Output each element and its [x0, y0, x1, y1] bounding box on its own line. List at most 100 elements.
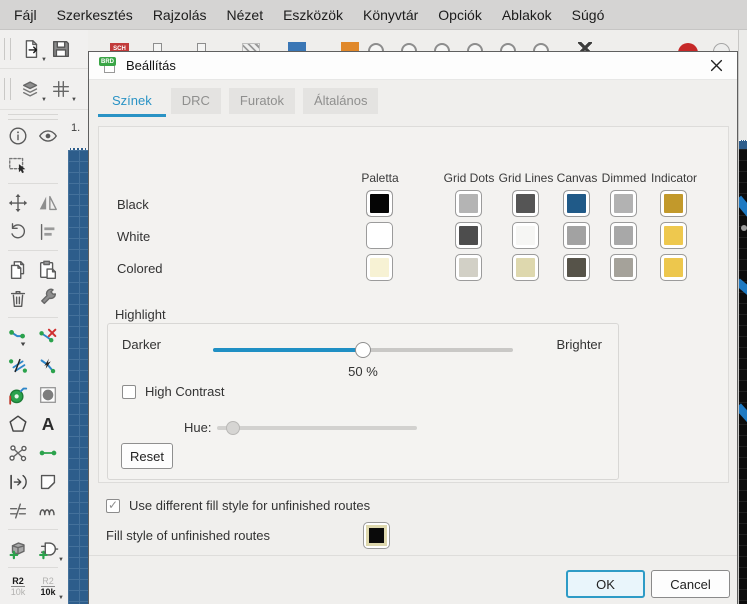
color-swatch-white-0[interactable] — [366, 222, 393, 249]
color-swatch-black-1[interactable] — [455, 190, 482, 217]
text-button[interactable]: A — [33, 410, 63, 438]
refdes-style-a-button[interactable]: R2 10k — [3, 573, 33, 601]
tab-furatok[interactable]: Furatok — [228, 88, 295, 114]
delete-route-button[interactable] — [33, 323, 63, 351]
color-swatch-white-3[interactable] — [563, 222, 590, 249]
color-swatch-black-0[interactable] — [366, 190, 393, 217]
menu-item-fjl[interactable]: Fájl — [4, 0, 47, 30]
visibility-button[interactable] — [33, 122, 63, 150]
route-button[interactable] — [3, 323, 33, 351]
layers-button[interactable]: ▼ — [16, 75, 47, 103]
cutout-icon — [40, 474, 56, 489]
top-toolbar: SCH — [0, 30, 747, 63]
menu-item-eszkzk[interactable]: Eszközök — [273, 0, 353, 30]
info-button[interactable] — [3, 122, 33, 150]
via-icon — [9, 387, 28, 405]
add-component-button[interactable] — [3, 535, 33, 563]
pcb-canvas[interactable] — [68, 148, 88, 604]
cutout-button[interactable] — [33, 468, 63, 496]
reset-button[interactable]: Reset — [121, 443, 173, 469]
delete-button[interactable] — [3, 285, 33, 313]
menu-item-sg[interactable]: Súgó — [562, 0, 615, 30]
color-swatch-white-4[interactable] — [610, 222, 637, 249]
polygon-button[interactable] — [3, 410, 33, 438]
palette-separator — [8, 250, 58, 251]
select-button[interactable] — [3, 151, 33, 179]
color-swatch-black-4[interactable] — [610, 190, 637, 217]
menu-item-knyvtr[interactable]: Könyvtár — [353, 0, 428, 30]
copy-button[interactable] — [3, 256, 33, 284]
dropdown-caret-icon: ▼ — [71, 97, 77, 103]
color-swatch-white-1[interactable] — [455, 222, 482, 249]
menu-item-nzet[interactable]: Nézet — [217, 0, 274, 30]
color-swatch-colored-4[interactable] — [610, 254, 637, 281]
add-gate-button[interactable]: ▼ — [33, 535, 64, 563]
ok-button[interactable]: OK — [566, 570, 645, 598]
row-label: White — [117, 229, 151, 244]
fill-style-swatch[interactable] — [363, 522, 390, 549]
via-button[interactable] — [3, 381, 33, 409]
menu-item-opcik[interactable]: Opciók — [428, 0, 492, 30]
hue-slider[interactable] — [217, 421, 417, 435]
pcb-canvas-dark[interactable] — [739, 149, 747, 604]
tab-szinek[interactable]: Színek — [98, 88, 166, 117]
tab-bar: Színek DRC Furatok Általános — [98, 88, 737, 117]
net-tie-button[interactable] — [3, 497, 33, 525]
mirror-button[interactable] — [33, 189, 63, 217]
close-icon[interactable] — [705, 55, 727, 77]
brightness-slider[interactable] — [213, 342, 513, 358]
column-header: Grid Dots — [443, 171, 495, 185]
color-swatch-colored-1[interactable] — [455, 254, 482, 281]
autoroute-button[interactable] — [3, 468, 33, 496]
high-contrast-checkbox[interactable] — [122, 384, 136, 399]
properties-button[interactable] — [33, 285, 63, 313]
color-swatch-black-5[interactable] — [660, 190, 687, 217]
pad-button[interactable] — [33, 381, 63, 409]
wire-button[interactable] — [33, 439, 63, 467]
paste-button[interactable] — [33, 256, 63, 284]
net-button[interactable] — [3, 439, 33, 467]
menu-item-ablakok[interactable]: Ablakok — [492, 0, 562, 30]
toolbar-drag-handle[interactable] — [4, 78, 11, 100]
cancel-button[interactable]: Cancel — [651, 570, 730, 598]
color-swatch-colored-0[interactable] — [366, 254, 393, 281]
ruler-label: 1. — [71, 122, 81, 134]
import-button[interactable]: ▼ — [16, 35, 47, 63]
save-button[interactable] — [46, 35, 76, 63]
use-fill-style-row: Use different fill style for unfinished … — [106, 498, 370, 513]
align-button[interactable] — [33, 218, 63, 246]
grid-button[interactable]: ▼ — [46, 75, 77, 103]
optimize-route-button[interactable] — [3, 352, 33, 380]
color-swatch-black-3[interactable] — [563, 190, 590, 217]
move-icon — [8, 193, 28, 212]
color-swatch-colored-3[interactable] — [563, 254, 590, 281]
text-icon: A — [42, 413, 55, 433]
color-swatch-black-2[interactable] — [512, 190, 539, 217]
menu-item-rajzols[interactable]: Rajzolás — [143, 0, 217, 30]
meander-button[interactable] — [33, 497, 63, 525]
brightness-slider-thumb[interactable] — [355, 342, 371, 358]
use-fill-style-checkbox[interactable] — [106, 498, 120, 513]
ripup-route-button[interactable] — [33, 352, 63, 380]
dialog-titlebar[interactable]: BRD Beállítás — [89, 52, 737, 80]
layers-icon — [22, 81, 38, 97]
refdes-style-b-button[interactable]: R2 10k ▼ — [33, 573, 64, 601]
color-swatch-colored-2[interactable] — [512, 254, 539, 281]
tab-drc[interactable]: DRC — [170, 88, 221, 114]
trace-segment — [739, 195, 747, 222]
move-button[interactable] — [3, 189, 33, 217]
dropdown-caret-icon: ▼ — [58, 594, 64, 601]
brd-badge: BRD — [99, 57, 116, 66]
color-swatch-white-2[interactable] — [512, 222, 539, 249]
toolbar-drag-handle[interactable] — [4, 38, 11, 60]
menu-item-szerkeszts[interactable]: Szerkesztés — [47, 0, 143, 30]
file-toolbar: ▼ ▼ ▼ — [0, 30, 88, 110]
color-swatch-white-5[interactable] — [660, 222, 687, 249]
tab-altalanos[interactable]: Általános — [303, 88, 379, 114]
hue-slider-thumb[interactable] — [226, 421, 240, 435]
color-swatch-colored-5[interactable] — [660, 254, 687, 281]
column-header: Paletta — [361, 171, 399, 185]
fill-style-label: Fill style of unfinished routes — [106, 528, 271, 543]
ripup-route-icon — [40, 358, 56, 373]
rotate-button[interactable] — [3, 218, 33, 246]
